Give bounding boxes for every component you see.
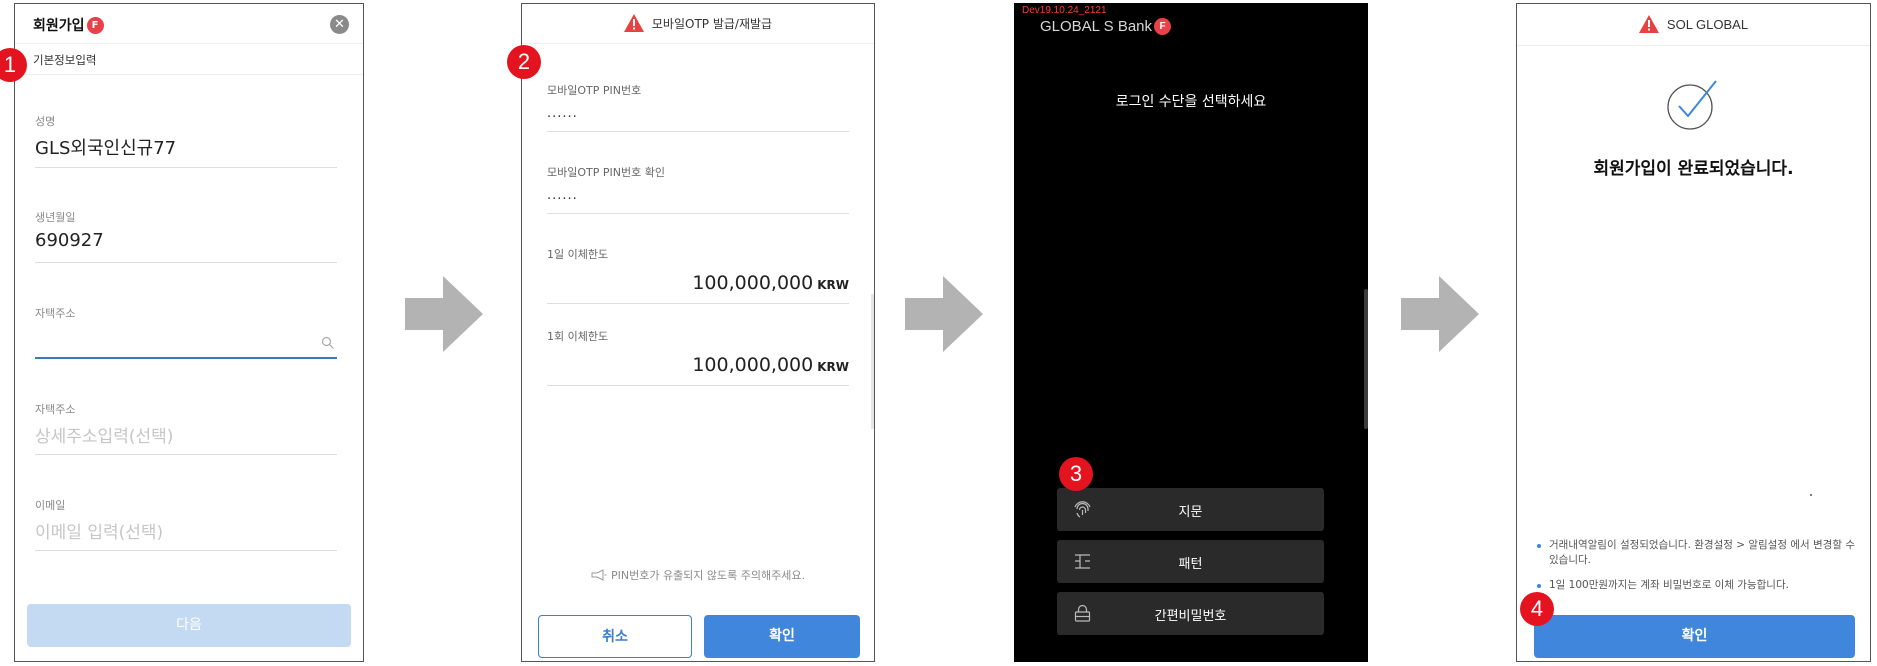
signup-title-text: 회원가입	[33, 18, 85, 34]
name-label: 성명	[35, 115, 56, 128]
per-transfer-limit-value[interactable]: 100,000,000 KRW	[547, 354, 849, 386]
otp-title: 모바일OTP 발급/재발급	[651, 17, 773, 31]
otp-screen: 모바일OTP 발급/재발급 모바일OTP PIN번호 ...... 모바일OTP…	[521, 3, 875, 662]
per-transfer-limit-label: 1회 이체한도	[547, 330, 609, 343]
otp-pin-input[interactable]: ......	[547, 106, 849, 132]
flow-arrow-2	[905, 276, 983, 352]
otp-pin-confirm-field[interactable]: 모바일OTP PIN번호 확인 ......	[547, 164, 849, 214]
name-field[interactable]: 성명 GLS외국인신규77	[35, 113, 337, 168]
confirm-button[interactable]: 확인	[704, 615, 860, 658]
email-field[interactable]: 이메일 이메일 입력(선택)	[35, 497, 337, 551]
next-button[interactable]: 다음	[27, 604, 351, 647]
scrollbar[interactable]	[1364, 289, 1368, 429]
sol-title: SOL GLOBAL	[1666, 17, 1749, 32]
confirm-button[interactable]: 확인	[1534, 615, 1855, 658]
per-transfer-limit-currency: KRW	[817, 360, 849, 374]
signup-header: 회원가입 F ✕	[15, 4, 363, 44]
info-list: 거래내역알림이 설정되었습니다. 환경설정 > 알림설정 에서 변경할 수 있습…	[1537, 538, 1856, 603]
f-badge: F	[1154, 18, 1172, 35]
daily-limit-value[interactable]: 100,000,000 KRW	[547, 272, 849, 304]
bullet-dot	[1537, 544, 1541, 548]
bank-name-text: GLOBAL S Bank	[1040, 18, 1153, 35]
otp-pin-confirm-label: 모바일OTP PIN번호 확인	[547, 166, 665, 179]
f-badge: F	[86, 17, 104, 34]
simple-password-label: 간편비밀번호	[1154, 609, 1227, 624]
pattern-label: 패턴	[1178, 557, 1203, 572]
dev-build-tag: Dev19.10.24_2121	[1022, 5, 1107, 16]
signup-screen: 회원가입 F ✕ 기본정보입력 성명 GLS외국인신규77 생년월일 690927…	[14, 3, 364, 662]
login-option-simple-password[interactable]: 간편비밀번호	[1057, 592, 1324, 635]
otp-pin-label: 모바일OTP PIN번호	[547, 84, 642, 97]
address-field[interactable]: 자택주소	[35, 305, 337, 359]
flow-arrow-3	[1401, 276, 1479, 352]
bank-name: GLOBAL S Bank F	[1040, 18, 1172, 35]
info-text-1: 거래내역알림이 설정되었습니다. 환경설정 > 알림설정 에서 변경할 수 있습…	[1549, 539, 1855, 566]
birthdate-field[interactable]: 생년월일 690927	[35, 209, 337, 263]
warning-icon	[623, 14, 644, 32]
name-value[interactable]: GLS외국인신규77	[35, 134, 337, 168]
login-option-fingerprint[interactable]: 지문	[1057, 488, 1324, 531]
page-title: 회원가입 F	[33, 15, 104, 35]
birthdate-value[interactable]: 690927	[35, 230, 337, 263]
step-badge-2: 2	[507, 45, 541, 79]
email-input[interactable]: 이메일 입력(선택)	[35, 518, 337, 551]
login-option-pattern[interactable]: 패턴	[1057, 540, 1324, 583]
address-detail-label: 자택주소	[35, 403, 76, 416]
fingerprint-label: 지문	[1178, 505, 1203, 520]
daily-limit-amount: 100,000,000	[692, 272, 814, 294]
search-icon[interactable]	[321, 336, 335, 350]
flow-arrow-1	[405, 276, 483, 352]
otp-pin-confirm-input[interactable]: ......	[547, 188, 849, 214]
pin-notice-text: PIN번호가 유출되지 않도록 주의해주세요.	[610, 569, 805, 582]
per-transfer-limit-amount: 100,000,000	[692, 354, 814, 376]
birthdate-label: 생년월일	[35, 211, 76, 224]
step-badge-4: 4	[1520, 592, 1554, 626]
info-text-2: 1일 100만원까지는 계좌 비밀번호로 이체 가능합니다.	[1549, 579, 1789, 591]
address-detail-input[interactable]: 상세주소입력(선택)	[35, 422, 337, 455]
per-transfer-limit-field[interactable]: 1회 이체한도 100,000,000 KRW	[547, 328, 849, 386]
daily-limit-currency: KRW	[817, 278, 849, 292]
check-circle-icon	[1667, 80, 1717, 130]
completion-screen: SOL GLOBAL 회원가입이 완료되었습니다. 거래내역알림이 설정되었습니…	[1516, 3, 1871, 662]
daily-limit-field[interactable]: 1일 이체한도 100,000,000 KRW	[547, 246, 849, 304]
list-item: 거래내역알림이 설정되었습니다. 환경설정 > 알림설정 에서 변경할 수 있습…	[1537, 538, 1856, 568]
otp-header: 모바일OTP 발급/재발급	[522, 4, 874, 44]
otp-pin-field[interactable]: 모바일OTP PIN번호 ......	[547, 82, 849, 132]
email-label: 이메일	[35, 499, 66, 512]
bullet-dot	[1537, 584, 1541, 588]
scrollbar[interactable]	[871, 294, 874, 429]
list-item: 1일 100만원까지는 계좌 비밀번호로 이체 가능합니다.	[1537, 578, 1856, 593]
arrow-right-icon	[905, 276, 983, 352]
login-screen: Dev19.10.24_2121 GLOBAL S Bank F 로그인 수단을 …	[1014, 3, 1368, 662]
cancel-button[interactable]: 취소	[538, 615, 692, 658]
arrow-right-icon	[1401, 276, 1479, 352]
section-subtitle: 기본정보입력	[15, 45, 363, 75]
step-badge-3: 3	[1059, 457, 1093, 491]
address-label: 자택주소	[35, 307, 76, 320]
screen-speck	[1810, 494, 1812, 496]
pin-notice: PIN번호가 유출되지 않도록 주의해주세요.	[522, 567, 874, 583]
login-prompt: 로그인 수단을 선택하세요	[1115, 94, 1267, 110]
daily-limit-label: 1일 이체한도	[547, 248, 609, 261]
address-input[interactable]	[35, 326, 337, 359]
megaphone-icon	[591, 569, 607, 581]
warning-icon	[1638, 15, 1659, 33]
address-detail-field[interactable]: 자택주소 상세주소입력(선택)	[35, 401, 337, 455]
completion-message: 회원가입이 완료되었습니다.	[1593, 159, 1794, 179]
sol-header: SOL GLOBAL	[1517, 4, 1870, 46]
close-icon[interactable]: ✕	[330, 15, 349, 34]
arrow-right-icon	[405, 276, 483, 352]
